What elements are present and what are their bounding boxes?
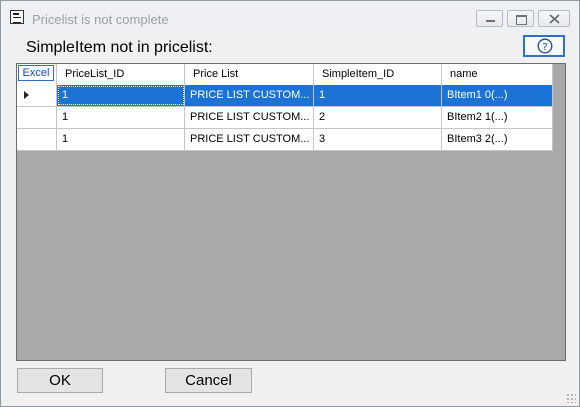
dialog-window: Pricelist is not complete SimpleItem not… bbox=[0, 0, 580, 407]
table-row[interactable]: 1 PRICE LIST CUSTOM... 2 BItem2 1(...) bbox=[17, 107, 553, 129]
ok-button[interactable]: OK bbox=[17, 368, 103, 393]
cell-simpleitem-id[interactable]: 2 bbox=[314, 107, 442, 128]
table-row[interactable]: 1 PRICE LIST CUSTOM... 3 BItem3 2(...) bbox=[17, 129, 553, 151]
app-window-icon bbox=[10, 10, 24, 24]
cell-pricelist-id[interactable]: 1 bbox=[57, 85, 185, 106]
row-header-corner: Excel bbox=[17, 64, 57, 85]
cell-name[interactable]: BItem1 0(...) bbox=[442, 85, 553, 106]
cell-name[interactable]: BItem2 1(...) bbox=[442, 107, 553, 128]
help-icon: ? bbox=[537, 38, 553, 54]
grid-header: Excel PriceList_ID Price List SimpleItem… bbox=[17, 64, 553, 86]
cell-pricelist-id[interactable]: 1 bbox=[57, 107, 185, 128]
column-header-pricelist-id[interactable]: PriceList_ID bbox=[57, 64, 185, 85]
cell-simpleitem-id[interactable]: 3 bbox=[314, 129, 442, 150]
cell-pricelist-id[interactable]: 1 bbox=[57, 129, 185, 150]
cancel-button[interactable]: Cancel bbox=[165, 368, 252, 393]
cell-price-list[interactable]: PRICE LIST CUSTOM... bbox=[185, 85, 314, 106]
cell-name[interactable]: BItem3 2(...) bbox=[442, 129, 553, 150]
table-row[interactable]: 1 PRICE LIST CUSTOM... 1 BItem1 0(...) bbox=[17, 85, 553, 107]
row-header[interactable] bbox=[17, 85, 57, 106]
row-header[interactable] bbox=[17, 129, 57, 150]
close-icon bbox=[549, 14, 560, 24]
resize-grip[interactable] bbox=[566, 393, 576, 403]
minimize-button[interactable] bbox=[476, 10, 503, 27]
current-row-arrow-icon bbox=[24, 91, 29, 99]
svg-text:?: ? bbox=[542, 42, 547, 53]
help-button[interactable]: ? bbox=[523, 35, 565, 57]
maximize-button[interactable] bbox=[507, 10, 534, 27]
column-header-price-list[interactable]: Price List bbox=[185, 64, 314, 85]
cell-simpleitem-id[interactable]: 1 bbox=[314, 85, 442, 106]
excel-export-button[interactable]: Excel bbox=[18, 65, 54, 81]
column-header-simpleitem-id[interactable]: SimpleItem_ID bbox=[314, 64, 442, 85]
column-header-name[interactable]: name bbox=[442, 64, 553, 85]
cell-price-list[interactable]: PRICE LIST CUSTOM... bbox=[185, 107, 314, 128]
close-button[interactable] bbox=[538, 10, 570, 27]
row-header[interactable] bbox=[17, 107, 57, 128]
grid-caption: SimpleItem not in pricelist: bbox=[26, 39, 213, 56]
title-bar[interactable]: Pricelist is not complete bbox=[1, 1, 579, 35]
data-grid[interactable]: Excel PriceList_ID Price List SimpleItem… bbox=[16, 63, 566, 361]
window-title: Pricelist is not complete bbox=[32, 12, 169, 27]
cell-price-list[interactable]: PRICE LIST CUSTOM... bbox=[185, 129, 314, 150]
